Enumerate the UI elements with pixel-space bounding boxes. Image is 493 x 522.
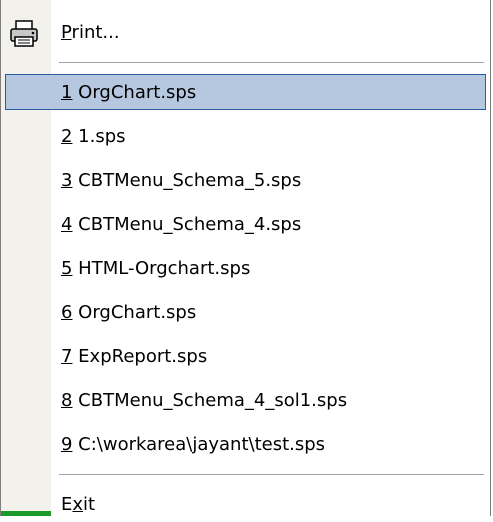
recent-file-3[interactable]: 3 CBTMenu_Schema_5.sps [5, 162, 486, 198]
recent-file-1[interactable]: 1 OrgChart.sps [5, 74, 486, 110]
recent-file-9[interactable]: 9 C:\workarea\jayant\test.sps [5, 426, 486, 462]
exit-menu-item[interactable]: Exit [5, 486, 486, 522]
menu-separator [59, 474, 484, 476]
recent-file-label: 9 C:\workarea\jayant\test.sps [61, 433, 326, 455]
recent-file-8[interactable]: 8 CBTMenu_Schema_4_sol1.sps [5, 382, 486, 418]
recent-file-label: 3 CBTMenu_Schema_5.sps [61, 169, 302, 191]
bottom-edge-fragment [1, 511, 51, 516]
recent-file-label: 1 OrgChart.sps [61, 81, 197, 103]
recent-file-5[interactable]: 5 HTML-Orgchart.sps [5, 250, 486, 286]
recent-file-2[interactable]: 2 1.sps [5, 118, 486, 154]
printer-icon [9, 20, 39, 48]
recent-file-6[interactable]: 6 OrgChart.sps [5, 294, 486, 330]
menu-separator [59, 62, 484, 64]
recent-file-7[interactable]: 7 ExpReport.sps [5, 338, 486, 374]
recent-file-label: 4 CBTMenu_Schema_4.sps [61, 213, 302, 235]
print-label: Print... [61, 21, 120, 43]
recent-file-label: 8 CBTMenu_Schema_4_sol1.sps [61, 389, 348, 411]
exit-label: Exit [61, 493, 96, 515]
recent-file-label: 5 HTML-Orgchart.sps [61, 257, 251, 279]
file-menu: Print... 1 OrgChart.sps 2 1.sps 3 CBTMen… [0, 0, 491, 516]
recent-file-label: 7 ExpReport.sps [61, 345, 208, 367]
recent-file-4[interactable]: 4 CBTMenu_Schema_4.sps [5, 206, 486, 242]
recent-file-label: 2 1.sps [61, 125, 126, 147]
recent-file-label: 6 OrgChart.sps [61, 301, 197, 323]
print-menu-item[interactable]: Print... [5, 14, 486, 50]
